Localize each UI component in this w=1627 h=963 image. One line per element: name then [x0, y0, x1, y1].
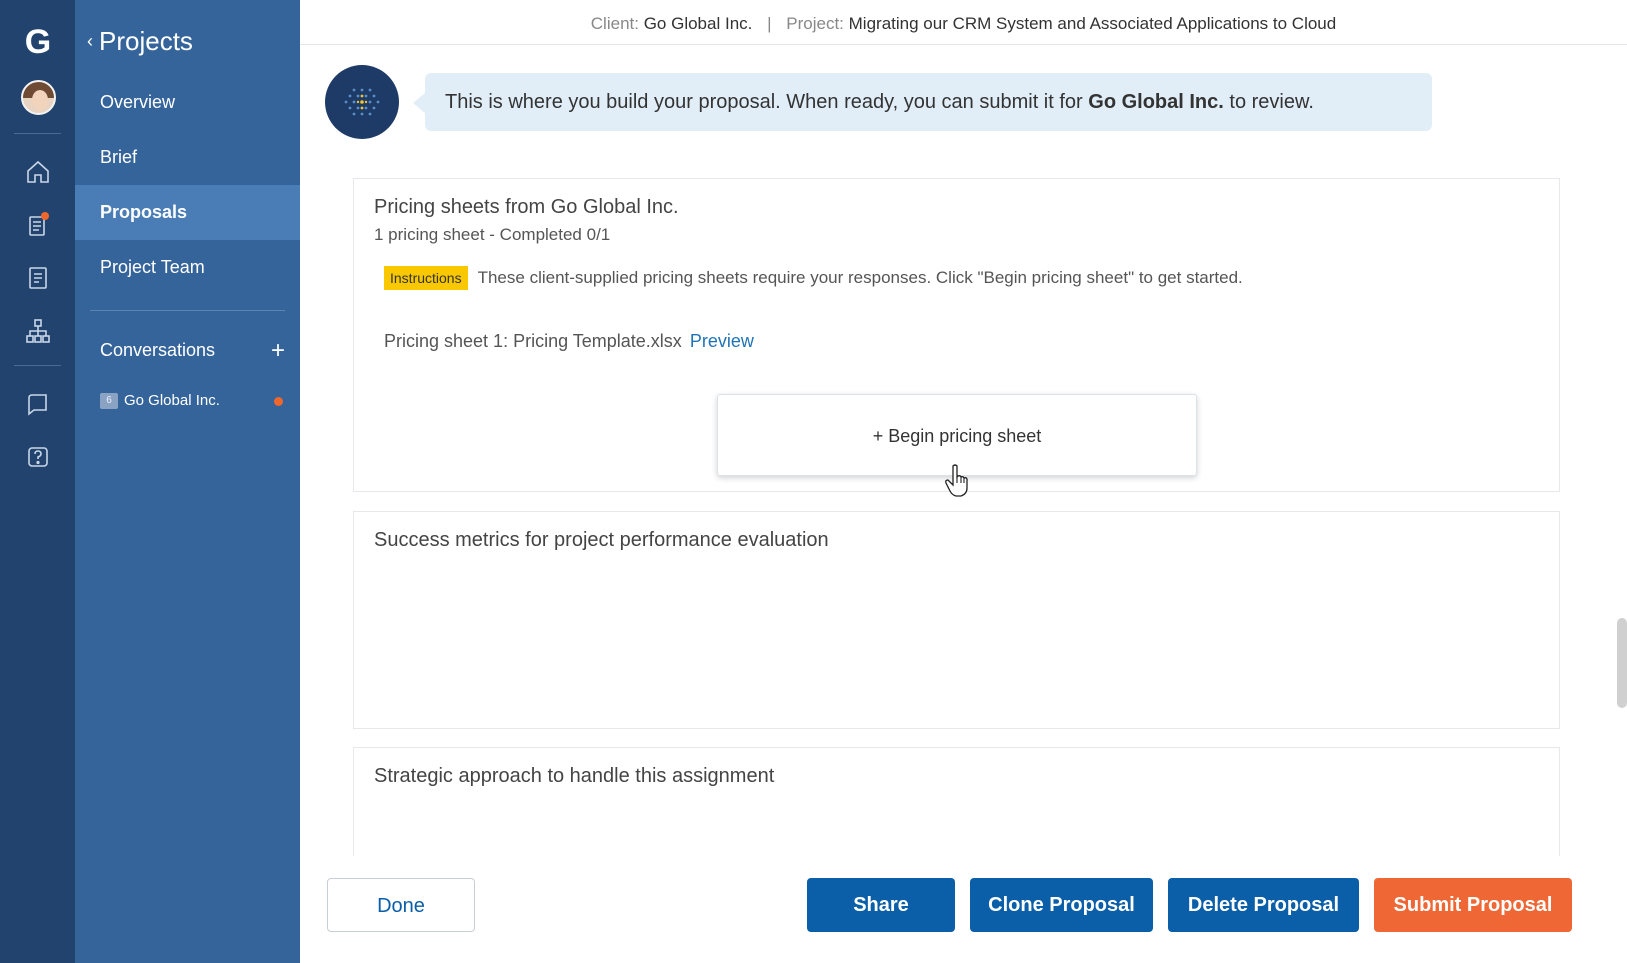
conversation-item[interactable]: 6 Go Global Inc. [100, 392, 285, 409]
help-icon[interactable] [24, 443, 52, 471]
avatar-face [32, 90, 48, 110]
share-button[interactable]: Share [807, 878, 955, 932]
icon-rail: G [0, 0, 75, 963]
instructions-text: These client-supplied pricing sheets req… [477, 268, 1243, 287]
assistant-message-client: Go Global Inc. [1088, 91, 1224, 113]
home-icon[interactable] [24, 158, 52, 186]
notification-dot [41, 212, 49, 220]
client-value: Go Global Inc. [643, 14, 753, 33]
clone-proposal-button[interactable]: Clone Proposal [970, 878, 1153, 932]
assistant-dots-icon [344, 88, 380, 116]
project-header: Client: Go Global Inc. | Project: Migrat… [300, 0, 1627, 45]
assistant-message-text: This is where you build your proposal. W… [445, 91, 1089, 113]
assistant-avatar [325, 65, 399, 139]
project-sidebar: ‹ Projects Overview Brief Proposals Proj… [75, 0, 300, 963]
client-label: Client: [590, 14, 639, 33]
pricing-sheets-card: Pricing sheets from Go Global Inc. 1 pri… [353, 178, 1560, 497]
user-avatar[interactable] [21, 80, 56, 115]
add-conversation-button[interactable]: + [271, 338, 285, 362]
pricing-sheet-row: Pricing sheet 1: Pricing Template.xlsx Pr… [384, 331, 754, 352]
pricing-subtitle: 1 pricing sheet - Completed 0/1 [374, 225, 611, 244]
documents-icon[interactable] [24, 264, 52, 292]
back-to-projects[interactable]: ‹ Projects [87, 26, 193, 57]
preview-link[interactable]: Preview [690, 331, 754, 351]
hand-cursor-icon [944, 464, 972, 498]
app-logo[interactable]: G [22, 25, 54, 59]
pricing-title: Pricing sheets from Go Global Inc. [374, 196, 679, 218]
conversations-header: Conversations + [100, 338, 285, 362]
conversation-count-badge: 6 [100, 392, 118, 409]
proposal-sections[interactable]: Pricing sheets from Go Global Inc. 1 pri… [340, 162, 1562, 856]
org-chart-icon[interactable] [24, 317, 52, 345]
done-button[interactable]: Done [327, 878, 475, 932]
sidebar-item-project-team[interactable]: Project Team [75, 240, 300, 295]
conversations-label: Conversations [100, 340, 216, 360]
strategic-approach-card: Strategic approach to handle this assign… [353, 747, 1560, 856]
submit-proposal-button[interactable]: Submit Proposal [1374, 878, 1572, 932]
project-value: Migrating our CRM System and Associated … [848, 14, 1337, 33]
section-title: Strategic approach to handle this assign… [374, 765, 775, 787]
chat-icon[interactable] [24, 390, 52, 418]
header-separator: | [767, 14, 772, 33]
sidebar-item-proposals[interactable]: Proposals [75, 185, 300, 240]
pricing-sheet-label: Pricing sheet 1: Pricing Template.xlsx [384, 331, 682, 351]
instructions-tag: Instructions [384, 266, 468, 290]
project-label: Project: [786, 14, 844, 33]
success-metrics-card: Success metrics for project performance … [353, 511, 1560, 729]
sidebar-divider [90, 310, 285, 311]
assistant-message: This is where you build your proposal. W… [413, 73, 1432, 131]
conversation-label: Go Global Inc. [124, 392, 220, 409]
rail-divider [14, 365, 61, 366]
unread-dot [274, 397, 283, 406]
instructions-row: Instructions These client-supplied prici… [384, 266, 1243, 290]
section-title: Success metrics for project performance … [374, 529, 829, 551]
sidebar-item-overview[interactable]: Overview [75, 75, 300, 130]
sidebar-item-brief[interactable]: Brief [75, 130, 300, 185]
scrollbar-thumb[interactable] [1617, 618, 1627, 708]
chevron-left-icon: ‹ [87, 31, 93, 51]
rail-divider [14, 133, 61, 134]
proposals-icon[interactable] [24, 211, 52, 239]
assistant-message-end: to review. [1223, 91, 1314, 113]
delete-proposal-button[interactable]: Delete Proposal [1168, 878, 1359, 932]
scrollbar-track[interactable] [1617, 160, 1627, 860]
back-label: Projects [99, 26, 193, 56]
